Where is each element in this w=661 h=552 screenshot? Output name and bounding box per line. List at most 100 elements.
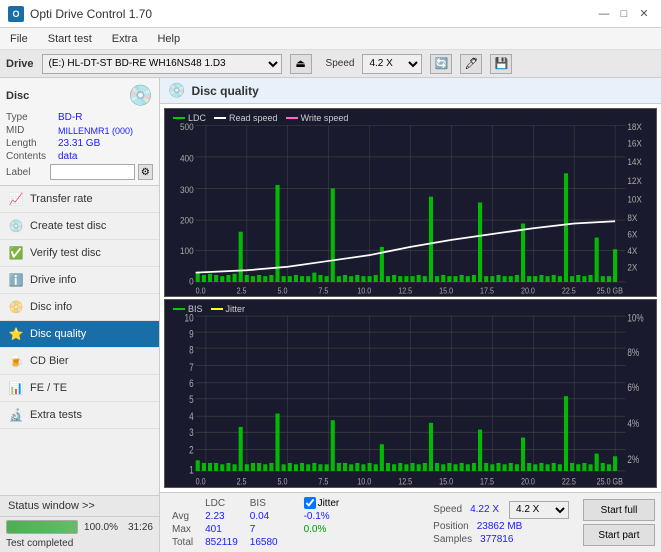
svg-text:17.5: 17.5 — [480, 286, 494, 296]
close-button[interactable]: ✕ — [635, 5, 653, 23]
svg-text:4%: 4% — [627, 418, 639, 430]
svg-text:2: 2 — [189, 445, 194, 457]
svg-text:2.5: 2.5 — [237, 286, 247, 296]
svg-text:6X: 6X — [627, 229, 637, 240]
legend-ldc-label: LDC — [188, 113, 206, 123]
jitter-checkbox[interactable] — [304, 497, 316, 509]
svg-text:8: 8 — [189, 344, 194, 356]
speed-dropdown[interactable]: 4.2 X — [509, 501, 569, 519]
minimize-button[interactable]: — — [595, 5, 613, 23]
drive-info-icon: ℹ️ — [8, 272, 24, 288]
start-full-button[interactable]: Start full — [583, 499, 655, 521]
disc-quality-icon: ⭐ — [8, 326, 24, 342]
app-icon: O — [8, 6, 24, 22]
sidebar-item-drive-info[interactable]: ℹ️ Drive info — [0, 267, 159, 294]
mid-label: MID — [6, 125, 58, 136]
disc-quality-label: Disc quality — [30, 328, 86, 340]
save-button[interactable]: 💾 — [490, 54, 512, 74]
stats-table: LDC BIS Jitter Avg — [166, 496, 415, 549]
svg-text:10X: 10X — [627, 194, 642, 205]
maximize-button[interactable]: □ — [615, 5, 633, 23]
sidebar-item-verify-test-disc[interactable]: ✅ Verify test disc — [0, 240, 159, 267]
svg-text:10.0: 10.0 — [357, 475, 371, 486]
svg-text:12.5: 12.5 — [398, 475, 412, 486]
content-area: 💿 Disc quality LDC Read speed — [160, 78, 661, 552]
drive-bar: Drive (E:) HL-DT-ST BD-RE WH16NS48 1.D3 … — [0, 50, 661, 78]
chart1-legend: LDC Read speed Write speed — [169, 111, 352, 125]
legend-ldc: LDC — [173, 113, 206, 123]
legend-write-speed: Write speed — [286, 113, 349, 123]
max-bis: 7 — [244, 523, 284, 536]
speed-value-stat: 4.22 X — [470, 504, 499, 515]
length-value: 23.31 GB — [58, 138, 100, 149]
svg-text:4: 4 — [189, 411, 194, 423]
speed-select-top[interactable]: 4.2 X — [362, 54, 422, 74]
svg-text:25.0 GB: 25.0 GB — [597, 475, 624, 486]
ldc-chart: LDC Read speed Write speed — [164, 108, 657, 297]
transfer-rate-label: Transfer rate — [30, 193, 93, 205]
menu-file[interactable]: File — [6, 32, 32, 46]
burn-button[interactable]: 🖊 — [460, 54, 482, 74]
progress-bar-outer — [6, 520, 78, 534]
speed-position-info: Speed 4.22 X 4.2 X Position 23862 MB Sam… — [433, 501, 569, 545]
svg-text:8X: 8X — [627, 213, 637, 224]
menu-help[interactable]: Help — [153, 32, 184, 46]
fe-te-icon: 📊 — [8, 380, 24, 396]
main-layout: Disc 💿 Type BD-R MID MILLENMR1 (000) Len… — [0, 78, 661, 552]
verify-test-icon: ✅ — [8, 245, 24, 261]
contents-value: data — [58, 151, 77, 162]
status-time: 31:26 — [128, 522, 153, 533]
length-label: Length — [6, 138, 58, 149]
stats-panel: LDC BIS Jitter Avg — [160, 492, 661, 552]
extra-tests-icon: 🔬 — [8, 407, 24, 423]
legend-bis-label: BIS — [188, 304, 203, 314]
speed-label: Speed — [326, 58, 355, 69]
title-bar: O Opti Drive Control 1.70 — □ ✕ — [0, 0, 661, 28]
refresh-button[interactable]: 🔄 — [430, 54, 452, 74]
svg-text:7.5: 7.5 — [318, 475, 328, 486]
sidebar-item-create-test-disc[interactable]: 💿 Create test disc — [0, 213, 159, 240]
menu-extra[interactable]: Extra — [108, 32, 142, 46]
svg-text:18X: 18X — [627, 122, 642, 133]
eject-button[interactable]: ⏏ — [290, 54, 312, 74]
sidebar-item-extra-tests[interactable]: 🔬 Extra tests — [0, 402, 159, 429]
svg-text:22.5: 22.5 — [562, 286, 576, 296]
content-header-icon: 💿 — [168, 82, 185, 99]
verify-test-label: Verify test disc — [30, 247, 101, 259]
legend-write-speed-label: Write speed — [301, 113, 349, 123]
label-key: Label — [6, 167, 50, 178]
transfer-rate-icon: 📈 — [8, 191, 24, 207]
sidebar: Disc 💿 Type BD-R MID MILLENMR1 (000) Len… — [0, 78, 160, 552]
legend-jitter-label: Jitter — [226, 304, 246, 314]
drive-select[interactable]: (E:) HL-DT-ST BD-RE WH16NS48 1.D3 — [42, 54, 282, 74]
svg-text:100: 100 — [180, 245, 194, 256]
jitter-checkbox-label[interactable]: Jitter — [304, 497, 340, 509]
samples-label: Samples — [433, 534, 472, 545]
contents-label: Contents — [6, 151, 58, 162]
start-part-button[interactable]: Start part — [583, 524, 655, 546]
sidebar-item-fe-te[interactable]: 📊 FE / TE — [0, 375, 159, 402]
sidebar-item-cd-bier[interactable]: 🍺 CD Bier — [0, 348, 159, 375]
disc-info-icon: 📀 — [8, 299, 24, 315]
sidebar-item-transfer-rate[interactable]: 📈 Transfer rate — [0, 186, 159, 213]
position-value: 23862 MB — [477, 521, 523, 532]
sidebar-item-disc-info[interactable]: 📀 Disc info — [0, 294, 159, 321]
label-input[interactable] — [50, 164, 135, 180]
sidebar-item-disc-quality[interactable]: ⭐ Disc quality — [0, 321, 159, 348]
legend-jitter-color — [211, 308, 223, 310]
svg-text:0.0: 0.0 — [196, 475, 206, 486]
menu-start-test[interactable]: Start test — [44, 32, 96, 46]
total-label: Total — [166, 536, 199, 549]
app-title: Opti Drive Control 1.70 — [30, 7, 152, 21]
svg-text:8%: 8% — [627, 347, 639, 359]
label-edit-button[interactable]: ⚙ — [138, 164, 153, 180]
svg-text:200: 200 — [180, 215, 194, 226]
avg-ldc: 2.23 — [199, 510, 244, 523]
status-window-button[interactable]: Status window >> — [0, 496, 159, 517]
max-jitter: 0.0% — [298, 523, 346, 536]
svg-text:5.0: 5.0 — [278, 286, 288, 296]
position-label: Position — [433, 521, 469, 532]
legend-bis: BIS — [173, 304, 203, 314]
chart2-svg: 10 9 8 7 6 5 4 3 2 1 10% 8% 6% 4% 2% — [165, 300, 656, 487]
samples-value: 377816 — [480, 534, 513, 545]
